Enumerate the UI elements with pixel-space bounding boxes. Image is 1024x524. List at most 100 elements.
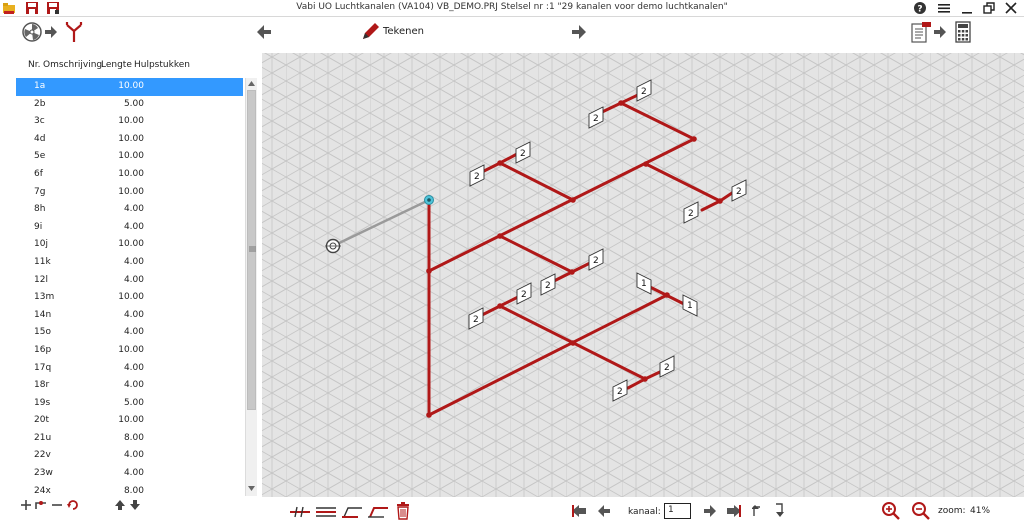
scroll-down-icon[interactable] (247, 484, 256, 492)
list-item-lengte: 10.00 (118, 239, 144, 250)
list-scrollbar[interactable] (245, 78, 257, 496)
list-item[interactable]: 15o 4.00 (16, 324, 243, 342)
remove-icon[interactable] (51, 499, 63, 511)
arrow-left-icon[interactable] (257, 25, 271, 39)
list-item[interactable]: 12l 4.00 (16, 272, 243, 290)
zoom-out-icon[interactable] (912, 502, 930, 520)
node[interactable] (570, 197, 576, 203)
node[interactable] (618, 100, 624, 106)
scroll-thumb[interactable] (247, 90, 256, 410)
list-item[interactable]: 14n 4.00 (16, 307, 243, 325)
next-icon[interactable] (704, 505, 716, 517)
list-item[interactable]: 24x 8.00 (16, 483, 243, 493)
list-item[interactable]: 7g 10.00 (16, 184, 243, 202)
list-item-lengte: 10.00 (118, 292, 144, 303)
list-item[interactable]: 11k 4.00 (16, 254, 243, 272)
list-item[interactable]: 1a 10.00 (16, 78, 243, 96)
list-item-nr: 21u (34, 432, 52, 443)
trash-icon[interactable] (396, 502, 410, 520)
svg-text:1: 1 (687, 301, 693, 311)
restore-button[interactable] (981, 1, 997, 15)
menu-button[interactable] (936, 1, 952, 15)
list-item-lengte: 4.00 (123, 380, 144, 391)
list-item[interactable]: 4d 10.00 (16, 131, 243, 149)
split-duct-icon[interactable] (290, 505, 310, 519)
list-item[interactable]: 9i 4.00 (16, 219, 243, 237)
svg-text:?: ? (917, 5, 922, 15)
report-icon[interactable] (910, 21, 932, 43)
list-item[interactable]: 22v 4.00 (16, 447, 243, 465)
first-icon[interactable] (572, 505, 586, 517)
zoom-in-icon[interactable] (882, 502, 900, 520)
list-item[interactable]: 21u 8.00 (16, 430, 243, 448)
node[interactable] (717, 198, 723, 204)
svg-text:2: 2 (474, 172, 480, 182)
last-icon[interactable] (727, 505, 741, 517)
drawing-canvas[interactable]: 2 2 2 2 2 2 2 2 2 2 2 2 1 1 2 2 (262, 53, 1024, 497)
selected-node[interactable] (424, 195, 434, 205)
fan-icon[interactable] (22, 22, 42, 42)
list-item[interactable]: 13m 10.00 (16, 289, 243, 307)
svg-text:2: 2 (641, 87, 647, 97)
move-down-icon[interactable] (129, 499, 141, 511)
refresh-icon[interactable] (66, 498, 80, 512)
list-item[interactable]: 10j 10.00 (16, 236, 243, 254)
arrow-right-small-icon[interactable] (934, 26, 946, 38)
arrow-right-small-icon[interactable] (45, 26, 57, 38)
list-item[interactable]: 6f 10.00 (16, 166, 243, 184)
minimize-button[interactable] (959, 1, 975, 15)
level-up-icon[interactable] (752, 503, 762, 517)
list-item-lengte: 4.00 (123, 327, 144, 338)
node[interactable] (426, 412, 432, 418)
node[interactable] (570, 340, 576, 346)
list-item-lengte: 5.00 (123, 397, 144, 408)
close-button[interactable] (1003, 1, 1019, 15)
scroll-up-icon[interactable] (247, 80, 256, 88)
level-down-icon[interactable] (774, 503, 784, 517)
node[interactable] (426, 268, 432, 274)
arrow-right-icon[interactable] (572, 25, 586, 39)
duct-list[interactable]: 1a 10.00 2b 5.00 3c 10.00 4d 10.00 5e 10.00 6f 10.0… (16, 78, 243, 493)
pencil-icon[interactable] (360, 22, 380, 42)
node[interactable] (497, 233, 503, 239)
list-item-nr: 23w (34, 468, 53, 479)
bend-alt-icon[interactable] (368, 505, 388, 519)
list-item[interactable]: 8h 4.00 (16, 201, 243, 219)
tekenen-label[interactable]: Tekenen (383, 26, 424, 37)
bend-icon[interactable] (342, 505, 362, 519)
list-item[interactable]: 3c 10.00 (16, 113, 243, 131)
kanaal-input[interactable]: 1 (664, 503, 691, 519)
node[interactable] (691, 136, 697, 142)
svg-text:2: 2 (473, 315, 479, 325)
add-icon[interactable] (20, 499, 32, 511)
duct-length-icon[interactable] (316, 505, 336, 519)
svg-text:2: 2 (688, 209, 694, 219)
node[interactable] (664, 292, 670, 298)
list-item-nr: 5e (34, 151, 46, 162)
node[interactable] (642, 376, 648, 382)
list-item[interactable]: 19s 5.00 (16, 395, 243, 413)
calculator-icon[interactable] (955, 21, 971, 43)
list-item-lengte: 4.00 (123, 256, 144, 267)
list-item[interactable]: 23w 4.00 (16, 465, 243, 483)
node[interactable] (497, 160, 503, 166)
list-item-nr: 19s (34, 397, 51, 408)
node[interactable] (497, 303, 503, 309)
list-item[interactable]: 20t 10.00 (16, 412, 243, 430)
duct-branch-icon[interactable] (64, 21, 84, 43)
list-item[interactable]: 16p 10.00 (16, 342, 243, 360)
list-item[interactable]: 18r 4.00 (16, 377, 243, 395)
list-item[interactable]: 2b 5.00 (16, 96, 243, 114)
restore-icon (983, 2, 995, 14)
hamburger-icon (938, 4, 950, 13)
help-button[interactable]: ? (912, 1, 928, 15)
move-up-icon[interactable] (114, 499, 126, 511)
insert-branch-icon[interactable] (34, 499, 48, 511)
list-item[interactable]: 17q 4.00 (16, 360, 243, 378)
svg-text:2: 2 (736, 187, 742, 197)
isometric-drawing[interactable]: 2 2 2 2 2 2 2 2 2 2 2 2 1 1 2 2 (262, 53, 1024, 497)
previous-icon[interactable] (598, 505, 610, 517)
node[interactable] (569, 269, 575, 275)
node[interactable] (643, 161, 649, 167)
list-item[interactable]: 5e 10.00 (16, 148, 243, 166)
